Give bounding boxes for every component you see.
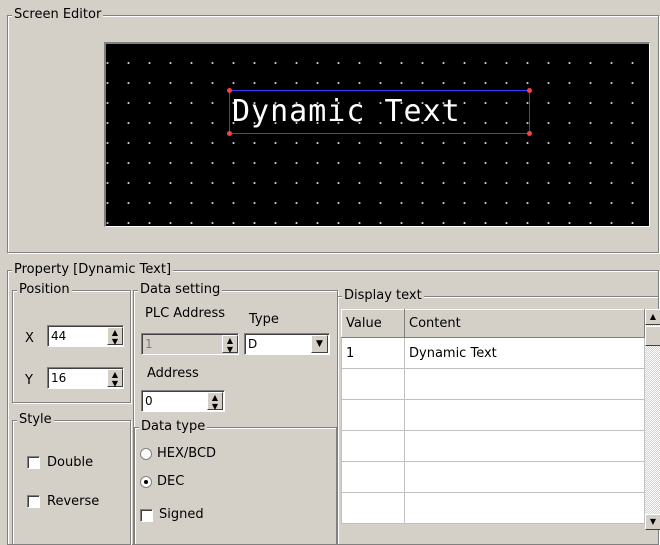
- resize-handle-br[interactable]: [527, 131, 532, 136]
- x-spinner[interactable]: ▲ ▼: [107, 327, 123, 346]
- row-content[interactable]: [404, 430, 645, 462]
- resize-handle-tl[interactable]: [227, 88, 232, 93]
- style-title: Style: [17, 412, 54, 427]
- dynamic-text-object[interactable]: Dynamic Text: [229, 90, 530, 134]
- row-value[interactable]: [341, 461, 405, 493]
- x-label: X: [25, 331, 34, 346]
- display-text-scrollbar[interactable]: ▲ ▼: [645, 309, 660, 530]
- hex-bcd-label: HEX/BCD: [157, 446, 217, 461]
- row-content[interactable]: Dynamic Text: [404, 337, 645, 369]
- scroll-thumb[interactable]: [645, 326, 660, 346]
- position-title: Position: [17, 282, 72, 297]
- table-row[interactable]: 1 Dynamic Text: [341, 337, 645, 369]
- property-title: Property [Dynamic Text]: [12, 262, 174, 277]
- display-text-table: Value Content 1 Dynamic Text: [341, 309, 645, 524]
- row-content[interactable]: [404, 399, 645, 431]
- resize-handle-tr[interactable]: [527, 88, 532, 93]
- double-label: Double: [47, 455, 94, 470]
- table-row[interactable]: [341, 399, 645, 431]
- reverse-checkbox[interactable]: [27, 495, 40, 508]
- data-setting-title: Data setting: [138, 282, 223, 297]
- double-checkbox[interactable]: [27, 456, 40, 469]
- row-value[interactable]: [341, 492, 405, 524]
- table-header-row: Value Content: [341, 309, 645, 338]
- screen-editor-title: Screen Editor: [12, 7, 104, 22]
- row-value[interactable]: [341, 399, 405, 431]
- hex-bcd-radio[interactable]: [140, 448, 152, 460]
- row-value[interactable]: 1: [341, 337, 405, 369]
- table-row[interactable]: [341, 492, 645, 524]
- screen-canvas[interactable]: [104, 42, 650, 227]
- y-spinner[interactable]: ▲ ▼: [107, 369, 123, 388]
- plc-address-label: PLC Address: [145, 306, 226, 321]
- dynamic-text-label: Dynamic Text: [232, 94, 461, 129]
- row-value[interactable]: [341, 430, 405, 462]
- table-row[interactable]: [341, 461, 645, 493]
- table-row[interactable]: [341, 368, 645, 400]
- scroll-down-button[interactable]: ▼: [645, 514, 660, 530]
- scroll-up-button[interactable]: ▲: [645, 309, 660, 325]
- row-content[interactable]: [404, 368, 645, 400]
- table-row[interactable]: [341, 430, 645, 462]
- plc-address-spinner[interactable]: ▲ ▼: [222, 335, 238, 354]
- address-label: Address: [147, 366, 199, 381]
- dec-label: DEC: [157, 474, 185, 489]
- type-label: Type: [249, 312, 279, 327]
- data-type-title: Data type: [139, 419, 208, 434]
- dec-radio[interactable]: [140, 476, 152, 488]
- row-value[interactable]: [341, 368, 405, 400]
- resize-handle-bl[interactable]: [227, 131, 232, 136]
- y-label: Y: [25, 373, 33, 388]
- reverse-label: Reverse: [47, 494, 100, 509]
- row-content[interactable]: [404, 461, 645, 493]
- address-spinner[interactable]: ▲ ▼: [207, 392, 223, 411]
- signed-label: Signed: [159, 507, 204, 522]
- column-header-content[interactable]: Content: [404, 309, 645, 338]
- style-group: Style: [12, 413, 131, 545]
- display-text-title: Display text: [342, 288, 424, 303]
- signed-checkbox[interactable]: [140, 509, 153, 522]
- type-dropdown-button[interactable]: ▼: [311, 335, 328, 353]
- column-header-value[interactable]: Value: [341, 309, 405, 338]
- row-content[interactable]: [404, 492, 645, 524]
